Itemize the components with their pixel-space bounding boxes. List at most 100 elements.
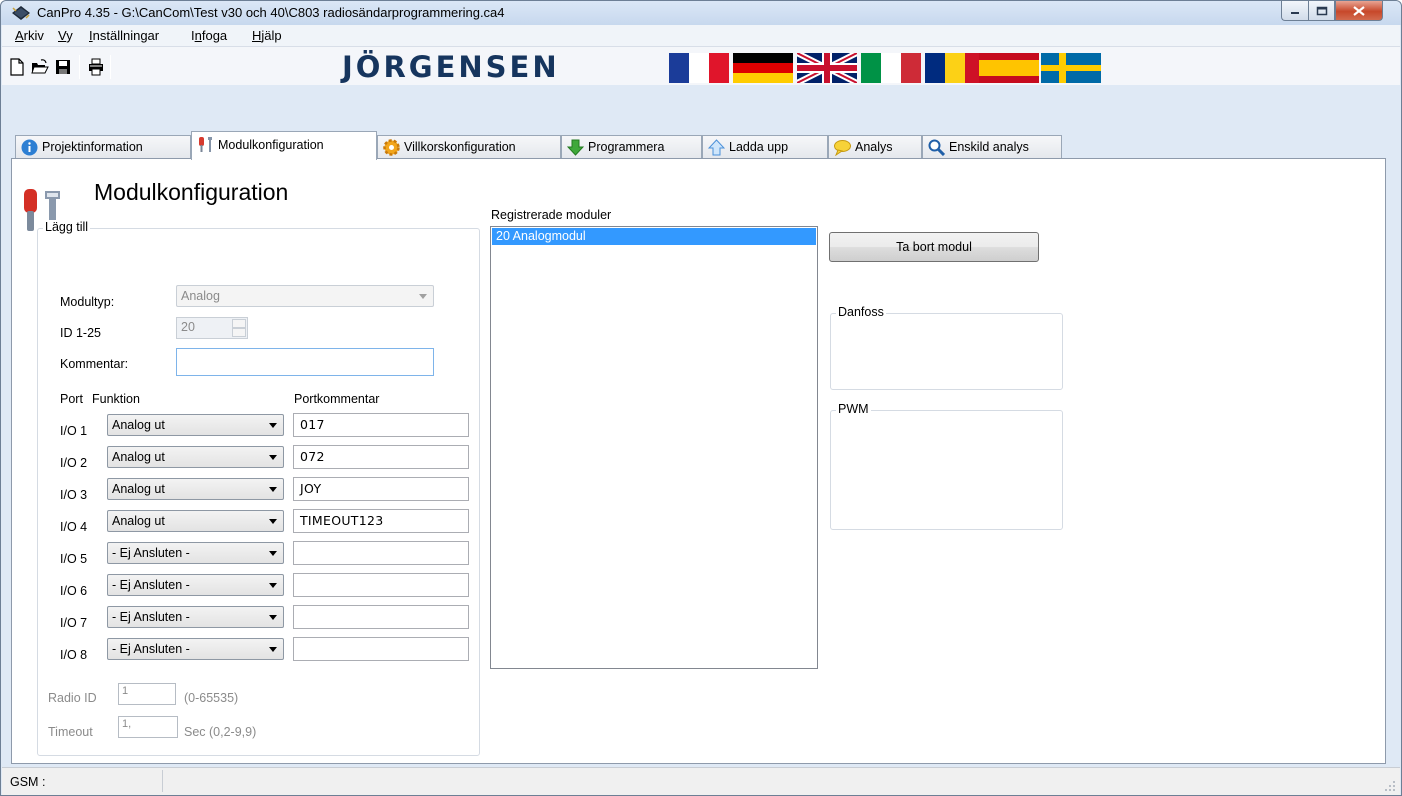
- romania-flag[interactable]: [925, 53, 985, 83]
- chevron-down-icon: [269, 615, 277, 620]
- funktion-value: Analog ut: [112, 450, 165, 464]
- save-disk-icon[interactable]: [54, 58, 72, 76]
- title-bar[interactable]: CanPro 4.35 - G:\CanCom\Test v30 och 40\…: [1, 1, 1401, 25]
- spain-flag[interactable]: [979, 53, 1039, 83]
- registered-modules-list[interactable]: 20 Analogmodul: [490, 226, 818, 669]
- open-folder-icon[interactable]: [31, 58, 49, 76]
- funktion-value: Analog ut: [112, 418, 165, 432]
- tab-ladda-upp[interactable]: Ladda upp: [702, 135, 828, 159]
- sweden-flag[interactable]: [1041, 53, 1101, 83]
- menu-hjalp-mnemonic: H: [252, 28, 262, 43]
- portkommentar-input[interactable]: [293, 541, 469, 565]
- menu-installningar[interactable]: Inställningar: [89, 28, 159, 43]
- toolbar: JÖRGENSEN: [2, 47, 1400, 85]
- close-icon: [1353, 5, 1365, 16]
- funktion-select[interactable]: - Ej Ansluten -: [107, 542, 284, 564]
- radio-id-input[interactable]: 1: [118, 683, 176, 705]
- tab-villkorskonfiguration[interactable]: Villkorskonfiguration: [377, 135, 561, 159]
- port-label: I/O 6: [60, 584, 88, 598]
- page-title: Modulkonfiguration: [94, 179, 289, 205]
- print-icon[interactable]: [87, 58, 105, 76]
- brand-logo: JÖRGENSEN: [342, 50, 560, 84]
- speech-bubble-icon: [834, 140, 851, 156]
- minimize-button[interactable]: [1281, 1, 1308, 21]
- funktion-value: - Ej Ansluten -: [112, 642, 190, 656]
- timeout-label: Timeout: [48, 725, 93, 739]
- new-file-icon[interactable]: [8, 58, 26, 76]
- registered-modules-label: Registrerade moduler: [491, 208, 612, 222]
- radio-id-label: Radio ID: [48, 691, 97, 705]
- portkommentar-input[interactable]: [293, 573, 469, 597]
- danfoss-group: Danfoss: [830, 305, 1063, 390]
- status-separator: [162, 770, 163, 792]
- funktion-value: - Ej Ansluten -: [112, 578, 190, 592]
- id-value: 20: [181, 320, 195, 334]
- tools-icon: [199, 137, 212, 152]
- timeout-input[interactable]: 1,: [118, 716, 178, 738]
- menu-hjalp[interactable]: Hjälp: [252, 28, 282, 43]
- modultyp-select[interactable]: Analog: [176, 285, 434, 307]
- menu-infoga[interactable]: Infoga: [191, 28, 227, 43]
- tab-label: Projektinformation: [42, 140, 143, 154]
- chevron-down-icon: [269, 487, 277, 492]
- menu-arkiv[interactable]: Arkiv: [15, 28, 44, 43]
- id-stepper[interactable]: 20: [176, 317, 248, 339]
- funktion-column-header: Funktion: [92, 392, 140, 406]
- port-label: I/O 3: [60, 488, 88, 502]
- port-label: I/O 5: [60, 552, 88, 566]
- funktion-value: Analog ut: [112, 482, 165, 496]
- germany-flag[interactable]: [733, 53, 793, 83]
- portkommentar-input[interactable]: 017: [293, 413, 469, 437]
- tab-projektinformation[interactable]: Projektinformation: [15, 135, 191, 159]
- resize-grip-icon[interactable]: [1384, 780, 1396, 792]
- portkommentar-input[interactable]: [293, 637, 469, 661]
- list-item[interactable]: 20 Analogmodul: [492, 228, 816, 245]
- maximize-icon: [1316, 6, 1327, 15]
- port-column-header: Port: [60, 392, 83, 406]
- danfoss-legend: Danfoss: [836, 305, 886, 319]
- maximize-button[interactable]: [1308, 1, 1335, 21]
- toolbar-separator: [110, 55, 111, 79]
- chevron-down-icon: [269, 519, 277, 524]
- toolbar-separator: [79, 55, 80, 79]
- port-label: I/O 2: [60, 456, 88, 470]
- funktion-select[interactable]: - Ej Ansluten -: [107, 638, 284, 660]
- spin-down-icon[interactable]: [232, 328, 246, 337]
- tab-enskild-analys[interactable]: Enskild analys: [922, 135, 1062, 159]
- funktion-value: - Ej Ansluten -: [112, 546, 190, 560]
- funktion-select[interactable]: Analog ut: [107, 446, 284, 468]
- tab-modulkonfiguration[interactable]: Modulkonfiguration: [191, 131, 377, 160]
- portkommentar-input[interactable]: [293, 605, 469, 629]
- menu-hjalp-label: jälp: [261, 28, 282, 43]
- portkommentar-input[interactable]: TIMEOUT123: [293, 509, 469, 533]
- radio-id-range: (0-65535): [184, 691, 239, 705]
- funktion-select[interactable]: - Ej Ansluten -: [107, 574, 284, 596]
- italy-flag[interactable]: [861, 53, 921, 83]
- funktion-select[interactable]: Analog ut: [107, 510, 284, 532]
- tab-programmera[interactable]: Programmera: [561, 135, 702, 159]
- portkommentar-column-header: Portkommentar: [294, 392, 380, 406]
- spin-up-icon[interactable]: [232, 319, 246, 328]
- kommentar-label: Kommentar:: [60, 357, 129, 371]
- remove-module-button[interactable]: Ta bort modul: [829, 232, 1039, 262]
- portkommentar-input[interactable]: 072: [293, 445, 469, 469]
- funktion-select[interactable]: - Ej Ansluten -: [107, 606, 284, 628]
- menu-installningar-label: nställningar: [92, 28, 160, 43]
- funktion-value: - Ej Ansluten -: [112, 610, 190, 624]
- menu-vy[interactable]: Vy: [58, 28, 73, 43]
- close-button[interactable]: [1335, 1, 1383, 21]
- france-flag[interactable]: [669, 53, 729, 83]
- kommentar-input[interactable]: [176, 348, 434, 376]
- download-arrow-icon: [567, 139, 584, 156]
- funktion-select[interactable]: Analog ut: [107, 414, 284, 436]
- port-label: I/O 4: [60, 520, 88, 534]
- portkommentar-input[interactable]: JOY: [293, 477, 469, 501]
- timeout-range: Sec (0,2-9,9): [184, 725, 257, 739]
- app-chip-icon: [12, 6, 30, 20]
- menu-arkiv-mnemonic: A: [15, 28, 24, 43]
- uk-flag[interactable]: [797, 53, 857, 83]
- funktion-select[interactable]: Analog ut: [107, 478, 284, 500]
- tab-analys[interactable]: Analys: [828, 135, 922, 159]
- add-module-legend: Lägg till: [43, 220, 91, 234]
- menu-bar: Arkiv Vy Inställningar Infoga Hjälp: [2, 25, 1400, 47]
